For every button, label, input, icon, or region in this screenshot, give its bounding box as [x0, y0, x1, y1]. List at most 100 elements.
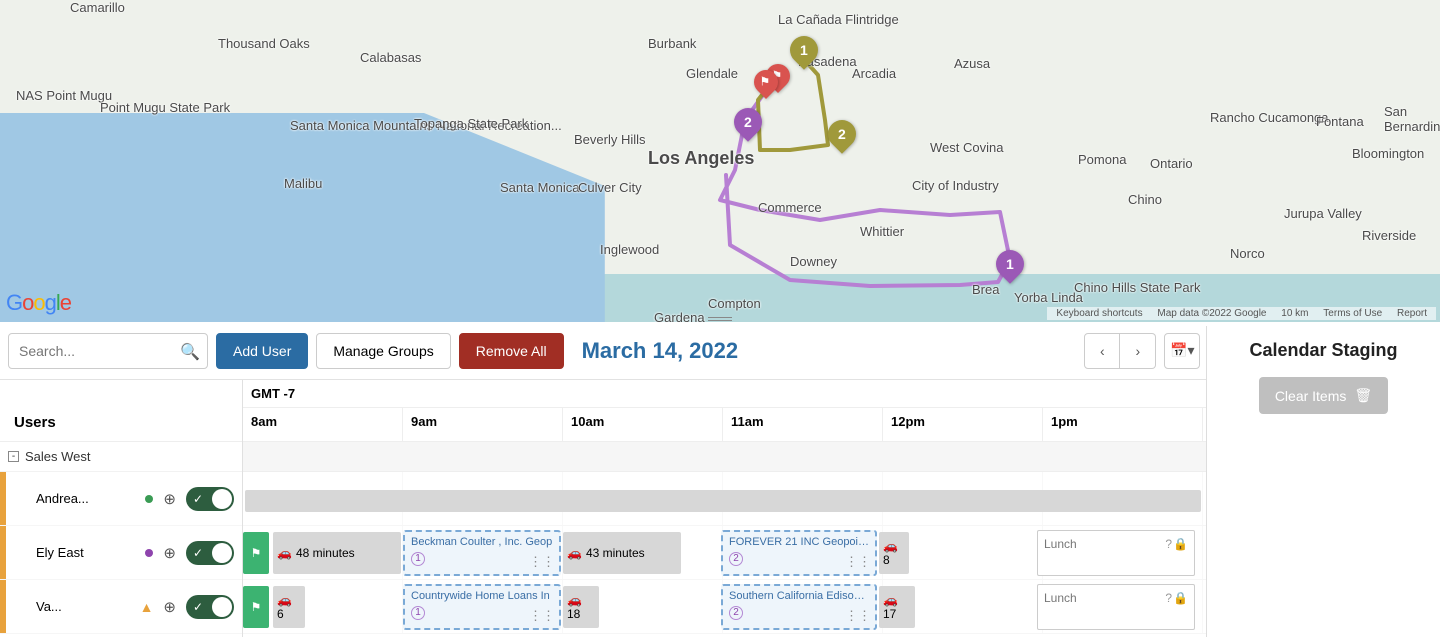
- collapse-icon[interactable]: -: [8, 451, 19, 462]
- drive-segment[interactable]: 🚗8: [879, 532, 909, 574]
- remove-all-button[interactable]: Remove All: [459, 333, 564, 369]
- drive-segment[interactable]: 🚗43 minutes: [563, 532, 681, 574]
- map-label: Thousand Oaks: [218, 36, 310, 51]
- map-label: Malibu: [284, 176, 322, 191]
- map-label: Point Mugu State Park: [100, 100, 230, 115]
- user-name-label: Va...: [16, 599, 130, 614]
- stop-number-badge: 1: [411, 606, 425, 620]
- appointment-block[interactable]: Countrywide Home Loans In1⋮⋮: [403, 584, 561, 630]
- map-label: Rancho Cucamonga: [1210, 110, 1329, 125]
- help-icon[interactable]: ?: [1165, 591, 1172, 605]
- map-label: La Cañada Flintridge: [778, 12, 899, 27]
- map-label: Arcadia: [852, 66, 896, 81]
- current-date-title: March 14, 2022: [582, 338, 739, 364]
- drive-segment[interactable]: 🚗48 minutes: [273, 532, 401, 574]
- lunch-block[interactable]: Lunch?🔒: [1037, 530, 1195, 576]
- prev-day-button[interactable]: ‹: [1084, 333, 1120, 369]
- lock-icon: 🔒: [1173, 537, 1188, 551]
- search-wrap: 🔍: [8, 333, 208, 369]
- user-colorbar: [0, 472, 6, 525]
- hour-column: 11am: [723, 408, 883, 441]
- map-label: Azusa: [954, 56, 990, 71]
- appointment-block[interactable]: FOREVER 21 INC Geopointe2⋮⋮: [721, 530, 877, 576]
- hour-column: 8am: [243, 408, 403, 441]
- add-user-button[interactable]: Add User: [216, 333, 308, 369]
- group-row-sales-west[interactable]: - Sales West: [0, 442, 242, 472]
- group-label: Sales West: [25, 449, 91, 464]
- toggle-knob: [212, 543, 232, 563]
- report-link[interactable]: Report: [1397, 308, 1427, 319]
- map-label: Topanga State Park: [414, 116, 528, 131]
- appointment-block[interactable]: Beckman Coulter , Inc. Geop 1 ⋮⋮: [403, 530, 561, 576]
- map-label: Fontana: [1316, 114, 1364, 129]
- help-icon[interactable]: ?: [1165, 537, 1172, 551]
- timeline: GMT -7 8am9am10am11am12pm1pm2pm ⚑🚗48 min…: [243, 380, 1206, 637]
- check-icon: ✓: [193, 492, 203, 506]
- stop-number-badge: 1: [411, 552, 425, 566]
- user-visibility-toggle[interactable]: ✓: [186, 595, 234, 619]
- map-data-label: Map data ©2022 Google: [1157, 308, 1266, 319]
- search-input[interactable]: [8, 333, 208, 369]
- lunch-label: Lunch: [1044, 591, 1077, 605]
- schedule-row-ely[interactable]: ⚑🚗48 minutes 🚗43 minutes 🚗8 Beckman Coulter…: [243, 526, 1206, 580]
- drag-dots-icon[interactable]: ⋮⋮: [529, 554, 555, 570]
- car-icon: 🚗: [883, 539, 898, 553]
- clear-items-button[interactable]: Clear Items 🗑: [1259, 377, 1388, 414]
- hour-column: 1pm: [1043, 408, 1203, 441]
- user-row[interactable]: Andrea... ⊕ ✓: [0, 472, 242, 526]
- zoom-user-icon[interactable]: ⊕: [163, 490, 176, 508]
- route-color-dot: [145, 495, 153, 503]
- drive-segment[interactable]: 🚗17: [879, 586, 915, 628]
- appointment-block[interactable]: Southern California Edison C2⋮⋮: [721, 584, 877, 630]
- lunch-block[interactable]: Lunch?🔒: [1037, 584, 1195, 630]
- group-strip: [243, 442, 1206, 472]
- map-label: Compton: [708, 296, 761, 311]
- drag-dots-icon[interactable]: ⋮⋮: [529, 608, 555, 624]
- schedule-row-andrea[interactable]: [243, 472, 1206, 526]
- map-label: Camarillo: [70, 0, 125, 15]
- start-flag-icon[interactable]: ⚑: [243, 532, 269, 574]
- warning-icon: ▲: [140, 599, 154, 615]
- zoom-user-icon[interactable]: ⊕: [163, 598, 176, 616]
- map-label: Beverly Hills: [574, 132, 646, 147]
- hours-header: 8am9am10am11am12pm1pm2pm: [243, 408, 1206, 442]
- pane-resize-handle[interactable]: [700, 317, 740, 322]
- user-visibility-toggle[interactable]: ✓: [186, 487, 234, 511]
- map-label: Commerce: [758, 200, 822, 215]
- manage-groups-button[interactable]: Manage Groups: [316, 333, 450, 369]
- map-label: NAS Point Mugu: [16, 88, 112, 103]
- calendar-staging-panel: Calendar Staging Clear Items 🗑: [1206, 326, 1440, 637]
- calendar-picker-button[interactable]: 📅▾: [1164, 333, 1200, 369]
- user-name-label: Ely East: [16, 545, 135, 560]
- kbd-shortcuts-link[interactable]: Keyboard shortcuts: [1056, 308, 1142, 319]
- drive-segment[interactable]: 🚗18: [563, 586, 599, 628]
- user-row[interactable]: Va... ▲ ⊕ ✓: [0, 580, 242, 634]
- map-label: Burbank: [648, 36, 696, 51]
- map-label: Chino Hills State Park: [1074, 280, 1200, 295]
- lunch-label: Lunch: [1044, 537, 1077, 551]
- map-label: Gardena: [654, 310, 705, 322]
- drag-dots-icon[interactable]: ⋮⋮: [845, 554, 871, 570]
- user-visibility-toggle[interactable]: ✓: [186, 541, 234, 565]
- terms-link[interactable]: Terms of Use: [1323, 308, 1382, 319]
- drive-segment[interactable]: 🚗6: [273, 586, 305, 628]
- date-nav-group: ‹ ›: [1084, 333, 1156, 369]
- search-icon[interactable]: 🔍: [180, 342, 200, 362]
- stop-number-badge: 2: [729, 606, 743, 620]
- map-label: Inglewood: [600, 242, 659, 257]
- stop-number-badge: 2: [729, 552, 743, 566]
- user-row[interactable]: Ely East ⊕ ✓: [0, 526, 242, 580]
- user-name-label: Andrea...: [16, 491, 135, 506]
- map-canvas[interactable]: Camarillo Thousand Oaks NAS Point MuguPoin…: [0, 0, 1440, 322]
- zoom-user-icon[interactable]: ⊕: [163, 544, 176, 562]
- start-flag-icon[interactable]: ⚑: [243, 586, 269, 628]
- appt-title: Beckman Coulter , Inc. Geop: [411, 536, 553, 548]
- next-day-button[interactable]: ›: [1120, 333, 1156, 369]
- schedule-row-va[interactable]: ⚑🚗6🚗18🚗17Countrywide Home Loans In1⋮⋮Sou…: [243, 580, 1206, 634]
- map-label: Santa Monica: [500, 180, 580, 195]
- drag-dots-icon[interactable]: ⋮⋮: [845, 608, 871, 624]
- users-header: Users: [0, 380, 242, 442]
- map-label: Jurupa Valley: [1284, 206, 1362, 221]
- hour-column: 2pm: [1203, 408, 1206, 441]
- hour-column: 12pm: [883, 408, 1043, 441]
